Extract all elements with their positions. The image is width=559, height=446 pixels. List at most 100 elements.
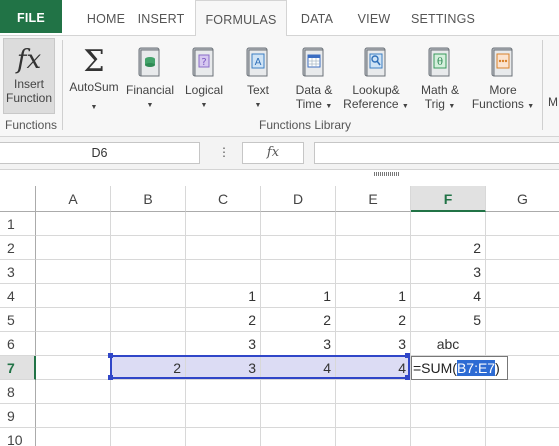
cell-g9[interactable] xyxy=(486,404,559,428)
cell-c7[interactable]: 3 xyxy=(186,356,261,380)
row-header-4[interactable]: 4 xyxy=(0,284,36,308)
cell-b4[interactable] xyxy=(111,284,186,308)
cell-c5[interactable]: 2 xyxy=(186,308,261,332)
row-header-6[interactable]: 6 xyxy=(0,332,36,356)
cell-g4[interactable] xyxy=(486,284,559,308)
cell-e6[interactable]: 3 xyxy=(336,332,411,356)
cell-b7[interactable]: 2 xyxy=(111,356,186,380)
cell-e3[interactable] xyxy=(336,260,411,284)
cell-b3[interactable] xyxy=(111,260,186,284)
row-header-1[interactable]: 1 xyxy=(0,212,36,236)
cell-e1[interactable] xyxy=(336,212,411,236)
cell-c1[interactable] xyxy=(186,212,261,236)
cell-a4[interactable] xyxy=(36,284,111,308)
tab-settings[interactable]: SETTINGS xyxy=(408,0,478,36)
cut-off-ribbon-button[interactable]: M xyxy=(548,95,559,109)
cell-f3[interactable]: 3 xyxy=(411,260,486,284)
cell-g3[interactable] xyxy=(486,260,559,284)
row-header-10[interactable]: 10 xyxy=(0,428,36,446)
formula-bar-resize-grip[interactable] xyxy=(374,172,400,176)
cell-b6[interactable] xyxy=(111,332,186,356)
cell-d5[interactable]: 2 xyxy=(261,308,336,332)
cell-e2[interactable] xyxy=(336,236,411,260)
cell-a2[interactable] xyxy=(36,236,111,260)
range-handle-top-right[interactable] xyxy=(405,353,410,358)
cell-c6[interactable]: 3 xyxy=(186,332,261,356)
cell-c8[interactable] xyxy=(186,380,261,404)
cell-c2[interactable] xyxy=(186,236,261,260)
cell-e7[interactable]: 4 xyxy=(336,356,411,380)
cell-f1[interactable] xyxy=(411,212,486,236)
row-header-5[interactable]: 5 xyxy=(0,308,36,332)
cell-g5[interactable] xyxy=(486,308,559,332)
cell-g1[interactable] xyxy=(486,212,559,236)
text-functions-button[interactable]: A Text ▼ xyxy=(236,38,280,113)
lookup-reference-button[interactable]: Lookup& Reference ▼ xyxy=(343,38,409,114)
tab-file[interactable]: FILE xyxy=(0,0,62,33)
autosum-button[interactable]: Σ AutoSum ▼ xyxy=(66,38,122,115)
insert-function-button[interactable]: fx Insert Function xyxy=(3,38,55,114)
column-header-e[interactable]: E xyxy=(336,186,411,212)
row-header-3[interactable]: 3 xyxy=(0,260,36,284)
cell-g10[interactable] xyxy=(486,428,559,446)
cell-f8[interactable] xyxy=(411,380,486,404)
cell-b2[interactable] xyxy=(111,236,186,260)
select-all-corner[interactable] xyxy=(0,186,36,212)
cell-a6[interactable] xyxy=(36,332,111,356)
cell-d9[interactable] xyxy=(261,404,336,428)
cell-f10[interactable] xyxy=(411,428,486,446)
cell-b9[interactable] xyxy=(111,404,186,428)
cell-g6[interactable] xyxy=(486,332,559,356)
column-header-a[interactable]: A xyxy=(36,186,111,212)
cell-d10[interactable] xyxy=(261,428,336,446)
cell-b1[interactable] xyxy=(111,212,186,236)
tab-formulas[interactable]: FORMULAS xyxy=(195,0,287,37)
cell-a3[interactable] xyxy=(36,260,111,284)
cell-f9[interactable] xyxy=(411,404,486,428)
cell-d6[interactable]: 3 xyxy=(261,332,336,356)
name-box[interactable]: D6 xyxy=(0,142,200,164)
column-header-g[interactable]: G xyxy=(486,186,559,212)
cell-d1[interactable] xyxy=(261,212,336,236)
cell-e8[interactable] xyxy=(336,380,411,404)
cell-a7[interactable] xyxy=(36,356,111,380)
range-handle-bottom-left[interactable] xyxy=(108,375,113,380)
cell-d7[interactable]: 4 xyxy=(261,356,336,380)
cell-b5[interactable] xyxy=(111,308,186,332)
row-header-9[interactable]: 9 xyxy=(0,404,36,428)
math-trig-button[interactable]: θ Math & Trig ▼ xyxy=(414,38,466,114)
cell-e9[interactable] xyxy=(336,404,411,428)
column-header-c[interactable]: C xyxy=(186,186,261,212)
column-header-d[interactable]: D xyxy=(261,186,336,212)
cell-f2[interactable]: 2 xyxy=(411,236,486,260)
date-time-button[interactable]: Data & Time ▼ xyxy=(286,38,342,114)
cell-f4[interactable]: 4 xyxy=(411,284,486,308)
row-header-8[interactable]: 8 xyxy=(0,380,36,404)
cell-d8[interactable] xyxy=(261,380,336,404)
cell-e5[interactable]: 2 xyxy=(336,308,411,332)
fx-button[interactable]: fx xyxy=(242,142,304,164)
cell-c9[interactable] xyxy=(186,404,261,428)
cell-d4[interactable]: 1 xyxy=(261,284,336,308)
cell-g8[interactable] xyxy=(486,380,559,404)
column-header-f[interactable]: F xyxy=(411,186,486,212)
cell-d2[interactable] xyxy=(261,236,336,260)
tab-data[interactable]: DATA xyxy=(292,0,342,36)
cell-a5[interactable] xyxy=(36,308,111,332)
cell-c4[interactable]: 1 xyxy=(186,284,261,308)
cell-a8[interactable] xyxy=(36,380,111,404)
tab-insert[interactable]: INSERT xyxy=(126,0,196,36)
cell-g2[interactable] xyxy=(486,236,559,260)
cell-f6[interactable]: abc xyxy=(411,332,486,356)
cell-b10[interactable] xyxy=(111,428,186,446)
cell-e4[interactable]: 1 xyxy=(336,284,411,308)
row-header-7[interactable]: 7 xyxy=(0,356,36,380)
cell-e10[interactable] xyxy=(336,428,411,446)
formula-input[interactable] xyxy=(314,142,559,164)
cell-a10[interactable] xyxy=(36,428,111,446)
cell-c3[interactable] xyxy=(186,260,261,284)
logical-button[interactable]: ? Logical ▼ xyxy=(180,38,228,113)
tab-view[interactable]: VIEW xyxy=(350,0,398,36)
column-header-b[interactable]: B xyxy=(111,186,186,212)
cell-a9[interactable] xyxy=(36,404,111,428)
